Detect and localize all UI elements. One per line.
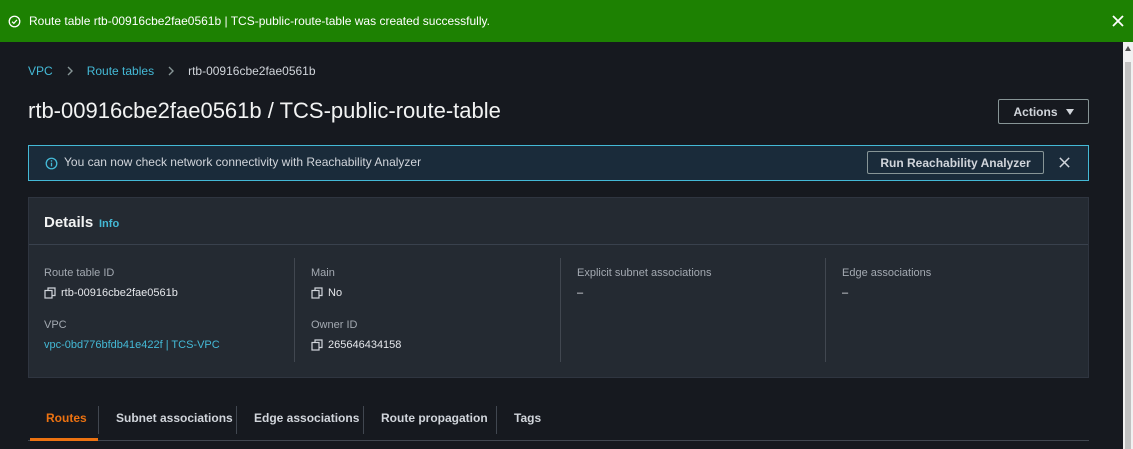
route-table-id-value: rtb-00916cbe2fae0561b xyxy=(44,287,178,299)
breadcrumb-route-tables[interactable]: Route tables xyxy=(87,64,154,78)
success-flashbar: Route table rtb-00916cbe2fae0561b | TCS-… xyxy=(0,0,1133,42)
close-icon[interactable] xyxy=(1111,14,1125,28)
breadcrumb: VPC Route tables rtb-00916cbe2fae0561b xyxy=(28,64,316,78)
page-title: rtb-00916cbe2fae0561b / TCS-public-route… xyxy=(28,98,501,123)
vertical-scrollbar[interactable] xyxy=(1123,42,1133,449)
details-heading: Details xyxy=(44,214,94,231)
tab-edge-associations[interactable]: Edge associations xyxy=(254,411,359,425)
tab-divider xyxy=(363,406,364,434)
tab-divider xyxy=(496,406,497,434)
main-text: No xyxy=(328,287,343,299)
tab-subnet-associations[interactable]: Subnet associations xyxy=(116,411,233,425)
actions-dropdown-button[interactable]: Actions xyxy=(998,99,1089,124)
scroll-up-arrow-icon[interactable] xyxy=(1125,46,1131,51)
copy-icon[interactable] xyxy=(311,339,323,351)
chevron-right-icon xyxy=(67,66,73,76)
copy-icon[interactable] xyxy=(311,287,323,299)
info-link[interactable]: Info xyxy=(99,218,119,230)
edge-associations-label: Edge associations xyxy=(842,267,932,279)
caret-down-icon xyxy=(1065,108,1074,115)
breadcrumb-current: rtb-00916cbe2fae0561b xyxy=(188,64,316,78)
alert-message: You can now check network connectivity w… xyxy=(64,155,422,169)
edge-associations-value: – xyxy=(842,287,849,299)
vpc-label: VPC xyxy=(44,319,67,331)
flash-message: Route table rtb-00916cbe2fae0561b | TCS-… xyxy=(29,14,490,28)
breadcrumb-vpc[interactable]: VPC xyxy=(28,64,53,78)
route-table-id-label: Route table ID xyxy=(44,267,115,279)
tab-route-propagation[interactable]: Route propagation xyxy=(381,411,488,425)
tab-routes[interactable]: Routes xyxy=(46,411,87,425)
actions-label: Actions xyxy=(1013,104,1058,119)
vpc-link[interactable]: vpc-0bd776bfdb41e422f | TCS-VPC xyxy=(44,339,220,351)
tab-tags[interactable]: Tags xyxy=(514,411,541,425)
tab-bar: Routes Subnet associations Edge associat… xyxy=(28,400,1089,441)
details-column-1: Route table ID rtb-00916cbe2fae0561b VPC… xyxy=(44,258,294,362)
explicit-subnet-associations-label: Explicit subnet associations xyxy=(577,267,712,279)
active-tab-indicator xyxy=(30,438,98,441)
tab-divider xyxy=(236,406,237,434)
details-column-2: Main No Owner ID 265646434158 xyxy=(294,258,560,362)
details-column-4: Edge associations – xyxy=(825,258,1075,362)
reachability-info-alert: You can now check network connectivity w… xyxy=(28,145,1089,181)
details-header: Details Info xyxy=(29,198,1088,245)
close-icon[interactable] xyxy=(1058,156,1071,169)
route-table-id-text: rtb-00916cbe2fae0561b xyxy=(61,287,178,299)
run-reachability-analyzer-button[interactable]: Run Reachability Analyzer xyxy=(867,151,1044,174)
main-value: No xyxy=(311,287,342,299)
chevron-right-icon xyxy=(168,66,175,76)
tab-divider xyxy=(98,406,99,434)
check-circle-icon xyxy=(8,15,21,28)
owner-id-label: Owner ID xyxy=(311,319,358,331)
scrollbar-thumb[interactable] xyxy=(1125,62,1131,449)
info-icon xyxy=(45,157,58,170)
owner-id-text: 265646434158 xyxy=(328,339,402,351)
details-panel: Details Info Route table ID rtb-00916cbe… xyxy=(28,197,1089,378)
details-column-3: Explicit subnet associations – xyxy=(560,258,825,362)
copy-icon[interactable] xyxy=(44,287,56,299)
main-label: Main xyxy=(311,267,335,279)
explicit-subnet-associations-value: – xyxy=(577,287,584,299)
owner-id-value: 265646434158 xyxy=(311,339,401,351)
